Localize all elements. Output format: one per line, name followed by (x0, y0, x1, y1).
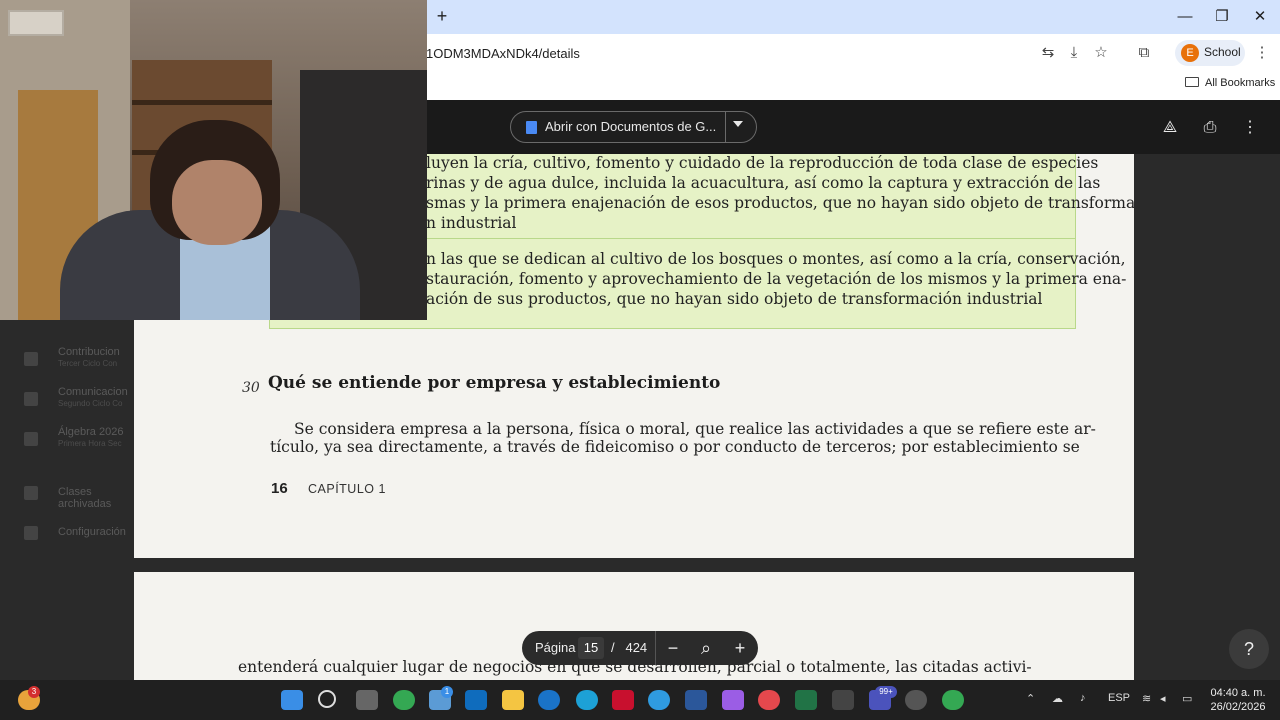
text-line: stauración, fomento y aprovechamiento de… (426, 270, 1127, 288)
hp-icon[interactable] (538, 690, 560, 710)
battery-icon[interactable]: ▭ (1182, 692, 1192, 705)
class-icon (24, 392, 38, 406)
text-line: smas y la primera enajenación de esos pr… (426, 194, 1134, 212)
chrome-menu-icon[interactable]: ⋮ (1252, 43, 1272, 63)
search-icon[interactable] (318, 690, 336, 708)
google-docs-icon (526, 121, 537, 134)
copilot-icon[interactable] (722, 690, 744, 710)
chrome-icon[interactable] (393, 690, 415, 710)
pdf-app-icon[interactable] (758, 690, 780, 710)
bg-nav-item: Contribucion Tercer Ciclo Con (58, 346, 120, 368)
section-title: Qué se entiende por empresa y establecim… (268, 373, 721, 393)
webcam-vent (8, 10, 64, 36)
file-explorer-icon[interactable] (502, 690, 524, 710)
text-line: luyen la cría, cultivo, fomento y cuidad… (426, 154, 1099, 172)
install-app-icon[interactable]: ⤓ (1064, 43, 1084, 63)
background-sidebar: Contribucion Tercer Ciclo Con Comunicacio… (0, 300, 134, 560)
clock-date: 26/02/2026 (1210, 701, 1266, 713)
profile-avatar: E (1181, 44, 1199, 62)
all-bookmarks-label: All Bookmarks (1205, 77, 1276, 89)
section-number: 30 (242, 380, 260, 396)
minimize-button[interactable]: — (1172, 6, 1198, 28)
app-icon[interactable] (576, 690, 598, 710)
address-bar-url[interactable]: 1ODM3MDAxNDk4/details (426, 46, 580, 61)
windows-taskbar (0, 680, 1280, 720)
settings-icon (24, 526, 38, 540)
paragraph-line: Se considera empresa a la persona, físic… (294, 420, 1096, 438)
extensions-icon[interactable]: ⧉ (1134, 43, 1154, 63)
webcam-shelf-row (132, 100, 272, 105)
close-window-button[interactable]: ✕ (1247, 6, 1273, 28)
chevron-down-icon[interactable] (733, 121, 743, 127)
open-with-divider (725, 111, 726, 143)
text-line: n industrial (426, 214, 517, 232)
chapter-label: CAPÍTULO 1 (308, 482, 386, 496)
store-badge: 1 (441, 686, 453, 698)
bg-nav-item: Álgebra 2026 Primera Hora Sec (58, 426, 124, 448)
new-tab-button[interactable]: + (432, 6, 452, 26)
zoom-icon[interactable]: ⌕ (695, 637, 717, 659)
page-number-input[interactable]: 15 (578, 637, 604, 659)
bg-nav-item: Comunicacion Segundo Ciclo Co (58, 386, 128, 408)
paragraph-line: tículo, ya sea directamente, a través de… (270, 438, 1080, 456)
microphone-icon[interactable]: ♪ (1080, 692, 1086, 704)
folder-icon (1185, 77, 1199, 87)
cloud-icon[interactable]: ☁ (1052, 692, 1063, 705)
archive-icon (24, 486, 38, 500)
translate-icon[interactable]: ⇆ (1038, 43, 1058, 63)
excel-icon[interactable] (795, 690, 817, 710)
start-icon[interactable] (281, 690, 303, 710)
wifi-icon[interactable]: ≋ (1142, 692, 1151, 705)
bg-nav-item: Configuración (58, 526, 126, 538)
teams-badge: 99+ (875, 686, 897, 698)
add-to-drive-icon[interactable]: ⟁ (1159, 118, 1181, 138)
restore-button[interactable]: ❐ (1209, 6, 1235, 28)
webcam-person-face (172, 160, 262, 245)
word-icon[interactable] (685, 690, 707, 710)
screen: + — ❐ ✕ 1ODM3MDAxNDk4/details ⇆ ⤓ ☆ ⧉ E … (0, 0, 1280, 720)
language-indicator[interactable]: ESP (1108, 692, 1130, 704)
page-number: 16 (271, 480, 288, 497)
widgets-badge: 3 (28, 686, 40, 698)
text-line: rinas y de agua dulce, incluida la acuac… (426, 174, 1101, 192)
page-bar-divider (655, 631, 656, 665)
all-bookmarks-button[interactable]: All Bookmarks (1185, 77, 1275, 89)
class-icon (24, 352, 38, 366)
bookmark-star-icon[interactable]: ☆ (1091, 43, 1111, 63)
profile-button[interactable]: E School (1175, 40, 1245, 66)
obs-icon[interactable] (905, 690, 927, 710)
class-icon (24, 432, 38, 446)
clock-time: 04:40 a. m. (1210, 687, 1266, 699)
mcafee-icon[interactable] (612, 690, 634, 710)
webcam-overlay (0, 0, 427, 320)
task-view-icon[interactable] (356, 690, 378, 710)
taskbar-clock[interactable]: 04:40 a. m. 26/02/2026 (1206, 686, 1270, 714)
text-line: ación de sus productos, que no hayan sid… (426, 290, 1043, 308)
page-total: / 424 (611, 640, 648, 655)
open-with-label: Abrir con Documentos de G... (545, 119, 717, 134)
text-line: n las que se dedican al cultivo de los b… (426, 250, 1126, 268)
zoom-in-button[interactable]: + (729, 637, 751, 659)
zoom-out-button[interactable]: − (662, 637, 684, 659)
page-label: Página (535, 640, 576, 655)
help-button[interactable]: ? (1229, 629, 1269, 669)
outlook-icon[interactable] (465, 690, 487, 710)
volume-icon[interactable]: ◂ (1160, 692, 1166, 705)
profile-label: School (1204, 45, 1241, 59)
capture-icon[interactable] (832, 690, 854, 710)
more-options-icon[interactable]: ⋮ (1239, 118, 1261, 138)
bg-nav-item: Clases archivadas (58, 486, 112, 510)
print-icon[interactable]: ⎙ (1199, 118, 1221, 138)
edge-icon[interactable] (648, 690, 670, 710)
tray-overflow-icon[interactable]: ⌃ (1026, 692, 1035, 705)
chrome-profile-icon[interactable] (942, 690, 964, 710)
